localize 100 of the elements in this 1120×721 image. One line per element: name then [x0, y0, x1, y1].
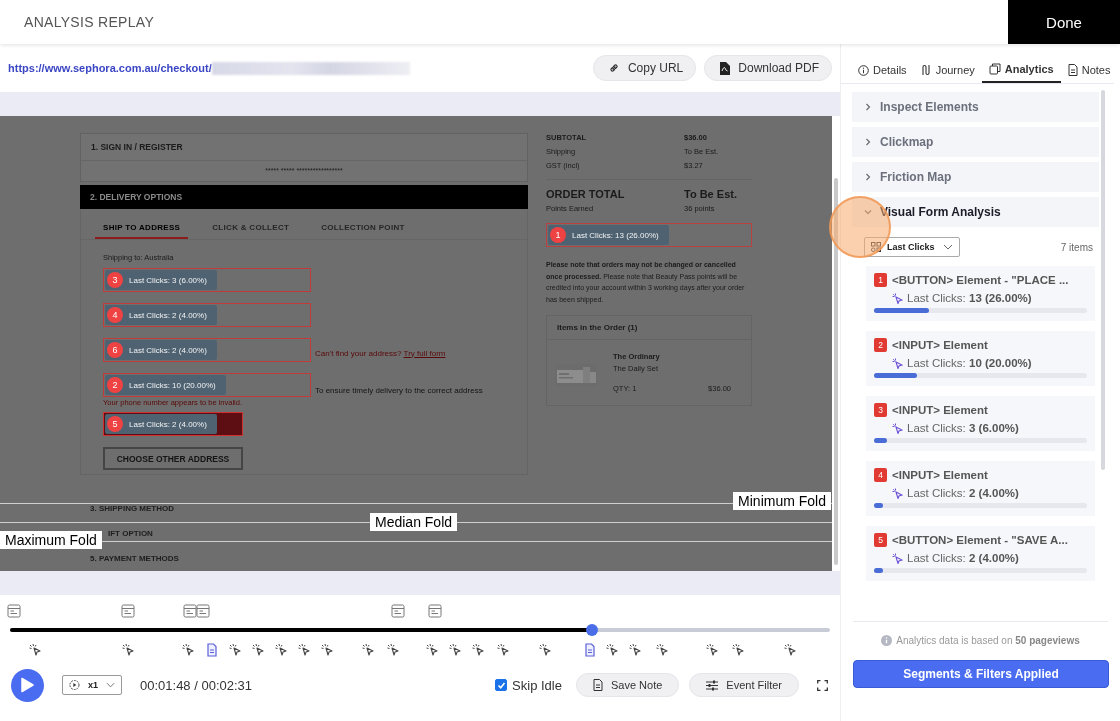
metric-text: Last Clicks: 10 (20.00%): [907, 357, 1032, 369]
sidebar-tab[interactable]: Analytics: [981, 63, 1061, 83]
click-count-badge: 6 Last Clicks: 2 (4.00%): [105, 340, 217, 360]
click-icon: [892, 552, 903, 564]
metric-select[interactable]: Last Clicks: [864, 237, 960, 257]
choose-address-button[interactable]: CHOOSE OTHER ADDRESS: [103, 447, 243, 470]
link-icon: [607, 62, 620, 74]
delivery-tab[interactable]: SHIP TO ADDRESS: [95, 223, 189, 239]
click-count-badge: 4 Last Clicks: 2 (4.00%): [105, 305, 217, 325]
page-event-icon[interactable]: [7, 604, 21, 618]
click-icon: [892, 487, 903, 499]
page-event-icon[interactable]: [121, 604, 135, 618]
click-count-badge: 3 Last Clicks: 3 (6.00%): [105, 270, 217, 290]
sidebar-tab[interactable]: Notes: [1060, 63, 1118, 83]
rank-badge: 3: [874, 403, 887, 417]
scrollbar-thumb[interactable]: [834, 178, 838, 565]
place-order-button[interactable]: 1 Last Clicks: 13 (26.00%): [546, 223, 752, 247]
input-field[interactable]: 4 Last Clicks: 2 (4.00%): [103, 303, 311, 327]
element-card[interactable]: 2 <INPUT> Element Last Clicks: 10 (20.00%): [866, 331, 1095, 386]
sidebar-tab[interactable]: Details: [851, 63, 914, 83]
input-field[interactable]: 2 Last Clicks: 10 (20.00%): [103, 373, 311, 397]
element-title: <BUTTON> Element - "PLACE ...: [892, 274, 1069, 286]
copy-icon: [988, 63, 1001, 75]
analytics-footnote: Analytics data is based on 50 pageviews: [896, 635, 1080, 646]
page-title: ANALYSIS REPLAY: [23, 14, 156, 30]
field-hint: Can't find your address? Try full form: [315, 348, 446, 358]
section-header-bar: 2. DELIVERY OPTIONS: [80, 185, 528, 209]
chevron-down-icon: [864, 208, 872, 216]
fold-label: Median Fold: [370, 513, 458, 531]
save-note-button[interactable]: Save Note: [576, 673, 680, 697]
chevron-right-icon: [864, 103, 872, 111]
page-event-icon[interactable]: [391, 604, 405, 618]
download-pdf-button[interactable]: Download PDF: [704, 55, 832, 81]
metric-text: Last Clicks: 13 (26.00%): [907, 292, 1032, 304]
element-title: <INPUT> Element: [892, 469, 988, 481]
play-button[interactable]: [11, 668, 44, 702]
pdf-file-icon: [719, 61, 731, 75]
click-icon: [892, 422, 903, 434]
click-icon: [892, 292, 903, 304]
document-icon: [593, 679, 603, 691]
page-event-icon[interactable]: [183, 604, 197, 618]
click-count-badge: 1 Last Clicks: 13 (26.00%): [548, 225, 669, 245]
section-heading: 1. SIGN IN / REGISTER: [81, 134, 527, 161]
rank-badge: 2: [874, 338, 887, 352]
rank-badge: 1: [874, 273, 887, 287]
accordion-header[interactable]: Inspect Elements: [852, 92, 1099, 122]
element-title: <BUTTON> Element - "SAVE A...: [892, 534, 1068, 546]
skip-idle-label: Skip Idle: [512, 677, 562, 693]
timeline-handle[interactable]: [586, 624, 599, 636]
fullscreen-icon[interactable]: [817, 679, 828, 691]
metric-text: Last Clicks: 3 (6.00%): [907, 422, 1019, 434]
speed-select[interactable]: x1: [62, 675, 122, 695]
speed-icon: [69, 679, 80, 691]
page-event-icon[interactable]: [428, 604, 442, 618]
order-total-value: To Be Est.: [684, 188, 737, 200]
document-icon: [1067, 64, 1078, 76]
info-icon: [858, 64, 869, 76]
section-heading: IFT OPTION: [107, 529, 154, 538]
element-card[interactable]: 4 <INPUT> Element Last Clicks: 2 (4.00%): [866, 461, 1095, 516]
grid-icon: [871, 242, 881, 252]
metric-text: Last Clicks: 2 (4.00%): [907, 487, 1019, 499]
element-card[interactable]: 3 <INPUT> Element Last Clicks: 3 (6.00%): [866, 396, 1095, 451]
sidebar-tab[interactable]: Journey: [913, 63, 982, 83]
done-button[interactable]: Done: [1008, 0, 1120, 44]
sliders-icon: [706, 679, 719, 691]
element-card[interactable]: 5 <BUTTON> Element - "SAVE A... Last Clicks: 2 (4.00%): [866, 526, 1095, 581]
accordion-header[interactable]: Friction Map: [852, 162, 1099, 192]
field-hint: To ensure timely delivery to the correct address: [315, 385, 483, 395]
metric-text: Last Clicks: 2 (4.00%): [907, 552, 1019, 564]
scrollbar-thumb[interactable]: [1101, 90, 1105, 470]
rank-badge: 5: [874, 533, 887, 547]
input-field[interactable]: 3 Last Clicks: 3 (6.00%): [103, 268, 311, 292]
skip-idle-checkbox[interactable]: [495, 679, 508, 691]
order-items-title: Items in the Order (1): [547, 316, 751, 341]
copy-url-button[interactable]: Copy URL: [592, 55, 697, 81]
page-url-link[interactable]: https://www.sephora.com.au/checkout/: [8, 62, 212, 74]
element-card[interactable]: 1 <BUTTON> Element - "PLACE ... Last Clicks: 13 (26.00%): [866, 266, 1095, 321]
play-icon: [19, 677, 34, 693]
order-total-label: ORDER TOTAL: [546, 188, 626, 200]
chevron-right-icon: [864, 138, 872, 146]
caret-icon: [105, 682, 115, 688]
section-heading: 5. PAYMENT METHODS: [89, 554, 180, 563]
page-event-icon[interactable]: [196, 604, 210, 618]
path-icon: [920, 64, 932, 76]
form-button[interactable]: 5 Last Clicks: 2 (4.00%): [103, 412, 243, 436]
event-filter-button[interactable]: Event Filter: [689, 673, 799, 697]
fold-label: Maximum Fold: [0, 531, 102, 549]
click-count-badge: 5 Last Clicks: 2 (4.00%): [105, 414, 217, 434]
section-heading: 3. SHIPPING METHOD: [89, 504, 175, 513]
rank-badge: 4: [874, 468, 887, 482]
info-icon: [881, 635, 893, 646]
segments-filters-button[interactable]: Segments & Filters Applied: [853, 660, 1109, 688]
click-icon: [892, 357, 903, 369]
accordion-header[interactable]: Clickmap: [852, 127, 1099, 157]
input-field[interactable]: 6 Last Clicks: 2 (4.00%): [103, 338, 311, 362]
fold-label: Minimum Fold: [733, 492, 831, 510]
click-count-badge: 2 Last Clicks: 10 (20.00%): [105, 375, 226, 395]
element-title: <INPUT> Element: [892, 339, 988, 351]
caret-icon: [943, 244, 953, 250]
element-title: <INPUT> Element: [892, 404, 988, 416]
